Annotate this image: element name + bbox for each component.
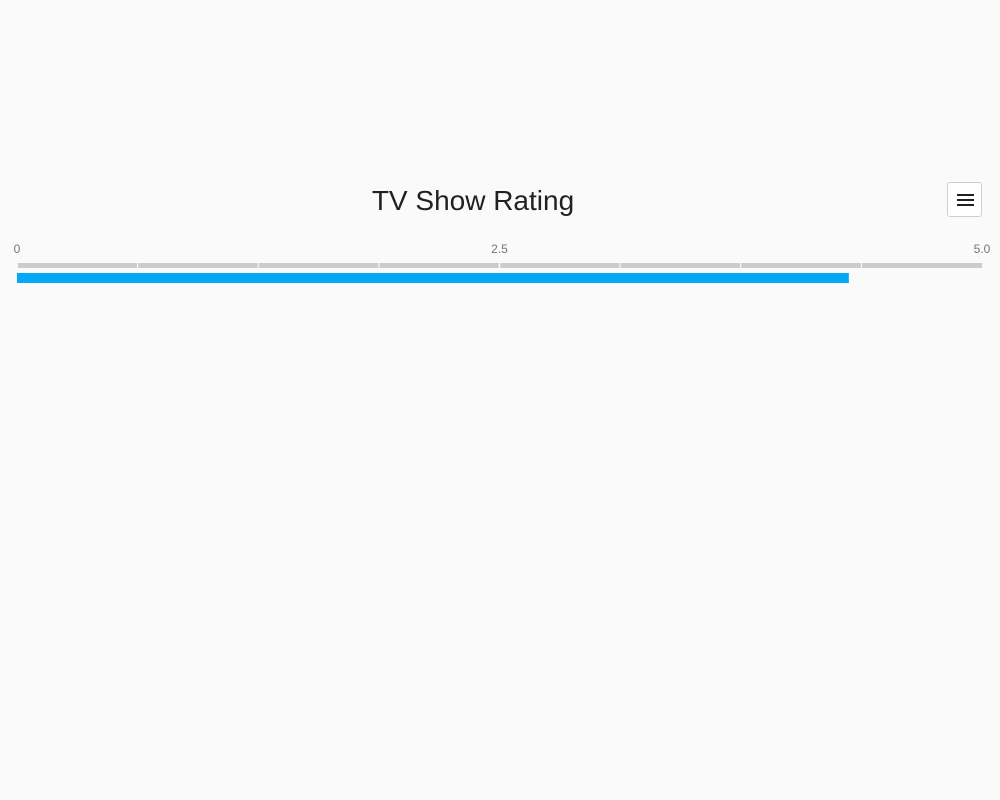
chart-plot: 0 2.5 5.0 (14, 242, 991, 283)
tick-label-2: 5.0 (974, 242, 991, 256)
tick-label-1: 2.5 (491, 242, 508, 256)
bar-0 (17, 273, 849, 283)
chart-container: TV Show Rating 0 2.5 5.0 (0, 0, 1000, 800)
tick-label-0: 0 (14, 242, 21, 256)
